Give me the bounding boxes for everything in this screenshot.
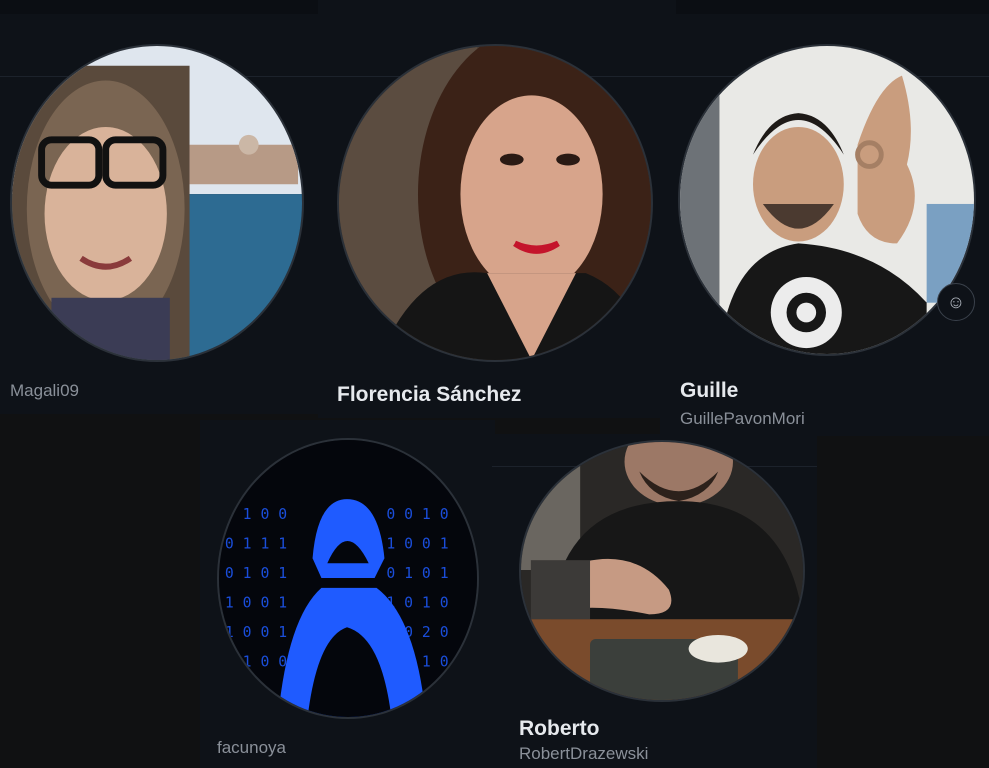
- svg-text:0 1 0 1: 0 1 0 1: [225, 565, 287, 582]
- participant-handle: GuillePavonMori: [680, 409, 805, 428]
- participant-name: Florencia Sánchez: [337, 383, 522, 406]
- avatar-guille[interactable]: [678, 44, 976, 356]
- svg-text:0 1 1 1: 0 1 1 1: [225, 535, 287, 552]
- profile-photo: [521, 442, 803, 700]
- svg-text:0 0 1 0: 0 0 1 0: [386, 506, 448, 523]
- profile-photo: 0 1 0 0 0 1 1 1 0 1 0 1 1 0 0 1 1 0 0 1 …: [219, 440, 477, 717]
- participant-name: Guille: [680, 379, 739, 402]
- profile-photo: [680, 46, 974, 354]
- avatar-magali[interactable]: [10, 44, 304, 362]
- top-bar-right: [676, 0, 989, 14]
- participant-handle: Magali09: [10, 381, 79, 400]
- smiley-icon[interactable]: ☺: [937, 283, 975, 321]
- avatar-facunoya[interactable]: 0 1 0 0 0 1 1 1 0 1 0 1 1 0 0 1 1 0 0 1 …: [217, 438, 479, 719]
- svg-text:1 0 0 1: 1 0 0 1: [386, 535, 448, 552]
- participant-handle: facunoya: [217, 738, 286, 757]
- profile-photo: [12, 46, 302, 360]
- avatar-roberto[interactable]: [519, 440, 805, 702]
- svg-text:0 1 0 1: 0 1 0 1: [386, 565, 448, 582]
- participant-name: Roberto: [519, 717, 600, 740]
- svg-text:1 0 0 1: 1 0 0 1: [225, 595, 287, 612]
- profile-photo: [339, 46, 651, 360]
- participant-handle: RobertDrazewski: [519, 744, 649, 763]
- svg-text:1 0 0 1: 1 0 0 1: [225, 624, 287, 641]
- svg-text:0 1 0 0: 0 1 0 0: [225, 506, 287, 523]
- top-bar-left: [0, 0, 318, 14]
- avatar-florencia[interactable]: [337, 44, 653, 362]
